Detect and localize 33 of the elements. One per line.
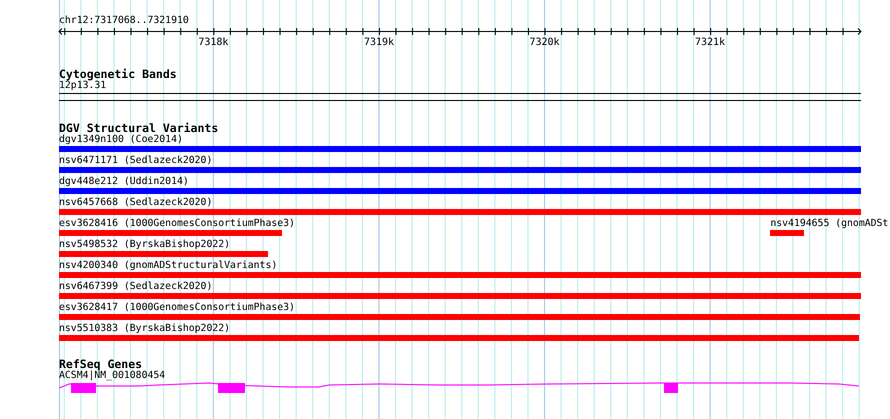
variant-bar[interactable]	[770, 230, 804, 236]
variant-bar[interactable]	[59, 146, 861, 152]
variant-bar[interactable]	[59, 293, 861, 299]
variant-label: nsv5510383 (ByrskaBishop2022)	[59, 323, 230, 335]
variant-label: esv3628416 (1000GenomesConsortiumPhase3)	[59, 218, 295, 230]
variant-bar[interactable]	[59, 188, 861, 194]
variant-label: nsv6457668 (Sedlazeck2020)	[59, 197, 212, 209]
track-title: DGV Structural Variants	[59, 122, 220, 134]
variant-bar[interactable]	[59, 314, 860, 320]
track-title: Cytogenetic Bands	[59, 68, 178, 80]
variant-bar[interactable]	[59, 335, 860, 341]
band-label: 12p13.31	[59, 80, 106, 92]
tick-label: 7318k	[198, 37, 228, 48]
variant-label: nsv6471171 (Sedlazeck2020)	[59, 155, 212, 167]
location-label: chr12:7317068..7321910	[59, 15, 189, 27]
variant-label: nsv6467399 (Sedlazeck2020)	[59, 281, 212, 293]
variant-bar[interactable]	[59, 272, 861, 278]
tick-label: 7319k	[364, 37, 394, 48]
tick-label: 7320k	[529, 37, 560, 48]
gene-label: ACSM4|NM_001080454	[59, 370, 166, 382]
variant-label: esv3628417 (1000GenomesConsortiumPhase3)	[59, 302, 295, 314]
variant-bar[interactable]	[59, 230, 282, 236]
track-title: RefSeq Genes	[59, 358, 142, 370]
variant-label: dgv1349n100 (Coe2014)	[59, 134, 183, 146]
tick-label: 7321k	[694, 37, 726, 48]
variant-label: nsv4194655 (gnomADSt	[770, 218, 888, 230]
variant-label: nsv4200340 (gnomADStructuralVariants)	[59, 260, 278, 272]
variant-label: dgv448e212 (Uddin2014)	[59, 176, 189, 188]
variant-bar[interactable]	[59, 251, 268, 257]
variant-label: nsv5498532 (ByrskaBishop2022)	[59, 239, 230, 251]
variant-bar[interactable]	[59, 167, 861, 173]
gene-model-drawing[interactable]	[59, 382, 860, 393]
variant-bar[interactable]	[59, 209, 861, 215]
